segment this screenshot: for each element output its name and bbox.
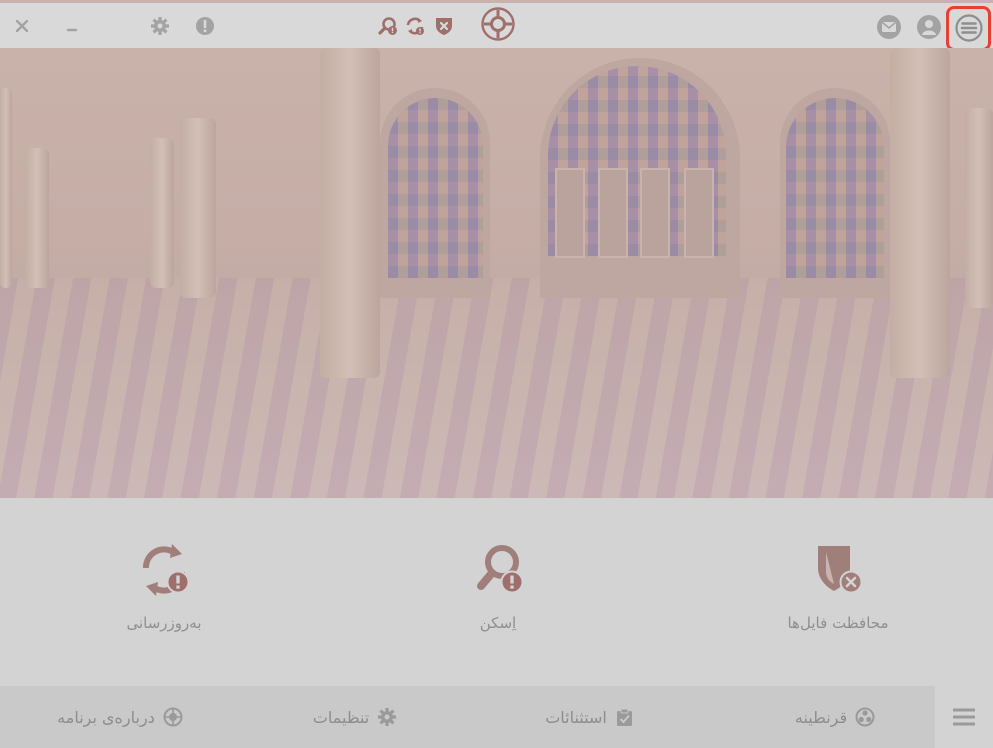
bottom-navigation: درباره‌ی برنامه تنظیمات استثنائات قرنطین… bbox=[0, 686, 993, 748]
nav-exceptions-label: استثنائات bbox=[545, 707, 607, 727]
messages-button[interactable] bbox=[875, 13, 903, 41]
main-menu-button[interactable] bbox=[953, 12, 985, 44]
nav-exceptions[interactable]: استثنائات bbox=[515, 686, 665, 748]
title-bar bbox=[0, 0, 993, 51]
nav-about[interactable]: درباره‌ی برنامه bbox=[30, 686, 210, 748]
close-button[interactable] bbox=[12, 15, 32, 37]
file-protection-feature[interactable]: محافظت فایل‌ها bbox=[738, 542, 938, 632]
biohazard-icon bbox=[855, 707, 875, 727]
clipboard-check-icon bbox=[616, 708, 632, 726]
close-icon bbox=[16, 20, 28, 32]
hamburger-menu-icon bbox=[953, 708, 975, 726]
nav-menu-toggle[interactable] bbox=[935, 686, 993, 748]
hamburger-menu-icon bbox=[955, 14, 983, 42]
search-alert-icon bbox=[378, 17, 397, 35]
scan-feature[interactable]: اِسکن bbox=[398, 542, 598, 632]
user-icon bbox=[917, 15, 941, 39]
scan-status-button[interactable] bbox=[377, 15, 399, 37]
shield-x-icon bbox=[818, 546, 863, 594]
exclamation-icon bbox=[196, 17, 214, 35]
minimize-icon bbox=[66, 28, 78, 32]
update-feature[interactable]: به‌روزرسانی bbox=[64, 542, 264, 632]
update-label: به‌روزرسانی bbox=[126, 614, 202, 632]
gear-icon bbox=[151, 17, 169, 35]
protection-status-button[interactable] bbox=[433, 15, 455, 37]
scan-label: اِسکن bbox=[479, 614, 517, 632]
target-button[interactable] bbox=[479, 5, 517, 43]
crosshair-icon bbox=[481, 7, 515, 41]
nav-settings[interactable]: تنظیمات bbox=[280, 686, 430, 748]
feature-panel: محافظت فایل‌ها اِسکن ب bbox=[0, 498, 993, 686]
settings-button[interactable] bbox=[148, 14, 172, 38]
file-protection-label: محافظت فایل‌ها bbox=[787, 614, 889, 632]
nav-settings-label: تنظیمات bbox=[312, 707, 370, 727]
nav-about-label: درباره‌ی برنامه bbox=[57, 707, 155, 727]
refresh-alert-icon bbox=[143, 544, 190, 596]
shield-x-icon bbox=[436, 18, 452, 35]
mosque-banner-image bbox=[0, 48, 993, 498]
crosshair-icon bbox=[163, 707, 183, 727]
search-alert-icon bbox=[477, 545, 524, 594]
mail-icon bbox=[877, 15, 901, 39]
nav-quarantine[interactable]: قرنطینه bbox=[760, 686, 910, 748]
update-status-button[interactable] bbox=[404, 15, 426, 37]
alert-button[interactable] bbox=[193, 14, 217, 38]
refresh-alert-icon bbox=[406, 17, 424, 35]
gear-icon bbox=[378, 708, 397, 726]
account-button[interactable] bbox=[915, 13, 943, 41]
minimize-button[interactable] bbox=[62, 15, 82, 37]
nav-quarantine-label: قرنطینه bbox=[794, 707, 848, 727]
